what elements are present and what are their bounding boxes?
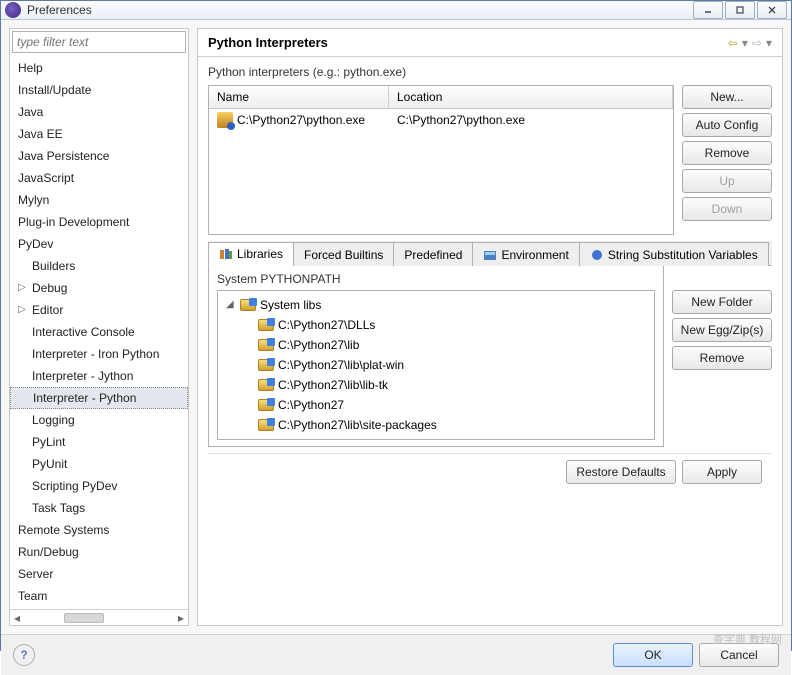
sidebar-item-java-persistence[interactable]: Java Persistence [10, 145, 188, 167]
sidebar-item-editor[interactable]: ▷Editor [10, 299, 188, 321]
col-name[interactable]: Name [209, 86, 389, 108]
hint-text: Python interpreters (e.g.: python.exe) [208, 65, 772, 79]
remove-interp-button[interactable]: Remove [682, 141, 772, 165]
remove-lib-button[interactable]: Remove [672, 346, 772, 370]
up-button[interactable]: Up [682, 169, 772, 193]
sidebar-item-interactive-console[interactable]: Interactive Console [10, 321, 188, 343]
tree-hscroll[interactable]: ◂▸ [10, 609, 188, 625]
new-folder-button[interactable]: New Folder [672, 290, 772, 314]
lib-item[interactable]: C:\Python27\lib\site-packages [222, 415, 650, 435]
app-icon [5, 2, 21, 18]
page-title: Python Interpreters [208, 35, 728, 50]
sidebar-item-mylyn[interactable]: Mylyn [10, 189, 188, 211]
tab-libraries[interactable]: Libraries [208, 242, 294, 266]
lib-item[interactable]: C:\Python27 [222, 395, 650, 415]
jar-folder-icon [258, 379, 274, 391]
python-icon [217, 112, 233, 128]
sidebar-item-help[interactable]: Help [10, 57, 188, 79]
sidebar-item-debug[interactable]: ▷Debug [10, 277, 188, 299]
interpreters-table[interactable]: Name Location C:\Python27\python.exe C:\… [208, 85, 674, 235]
sidebar-item-pyunit[interactable]: PyUnit [10, 453, 188, 475]
nav-forward-icon[interactable]: ⇨ [752, 36, 762, 50]
jar-folder-icon [258, 399, 274, 411]
lib-item[interactable]: C:\Python27\lib\lib-tk [222, 375, 650, 395]
tabs: Libraries Forced Builtins Predefined Env… [208, 241, 772, 266]
close-button[interactable] [757, 1, 787, 19]
cancel-button[interactable]: Cancel [699, 643, 779, 667]
sidebar-item-interpreter-jython[interactable]: Interpreter - Jython [10, 365, 188, 387]
sidebar-item-install-update[interactable]: Install/Update [10, 79, 188, 101]
sidebar-item-pydev[interactable]: PyDev [10, 233, 188, 255]
preferences-window: Preferences HelpInstall/UpdateJavaJava E… [0, 0, 792, 651]
jar-folder-icon [258, 419, 274, 431]
sidebar-item-logging[interactable]: Logging [10, 409, 188, 431]
lib-item[interactable]: C:\Python27\DLLs [222, 315, 650, 335]
table-row[interactable]: C:\Python27\python.exe C:\Python27\pytho… [209, 109, 673, 131]
sidebar-item-javascript[interactable]: JavaScript [10, 167, 188, 189]
sidebar-item-interpreter-python[interactable]: Interpreter - Python [10, 387, 188, 409]
tab-forced-builtins[interactable]: Forced Builtins [293, 242, 394, 266]
sidebar-item-java[interactable]: Java [10, 101, 188, 123]
category-sidebar: HelpInstall/UpdateJavaJava EEJava Persis… [9, 28, 189, 626]
lib-item[interactable]: C:\Python27\lib\plat-win [222, 355, 650, 375]
sidebar-item-plug-in-development[interactable]: Plug-in Development [10, 211, 188, 233]
jar-folder-icon [258, 339, 274, 351]
titlebar: Preferences [1, 1, 791, 20]
sidebar-item-pylint[interactable]: PyLint [10, 431, 188, 453]
variable-icon [590, 248, 604, 262]
libs-title: System PYTHONPATH [217, 272, 655, 286]
sidebar-item-builders[interactable]: Builders [10, 255, 188, 277]
libs-tree[interactable]: ◢System libsC:\Python27\DLLsC:\Python27\… [217, 290, 655, 440]
sidebar-item-java-ee[interactable]: Java EE [10, 123, 188, 145]
sidebar-item-server[interactable]: Server [10, 563, 188, 585]
down-button[interactable]: Down [682, 197, 772, 221]
folder-icon [240, 299, 256, 311]
autoconfig-button[interactable]: Auto Config [682, 113, 772, 137]
lib-item[interactable]: C:\Python27\lib [222, 335, 650, 355]
filter-input[interactable] [12, 31, 186, 53]
restore-defaults-button[interactable]: Restore Defaults [566, 460, 676, 484]
help-icon[interactable]: ? [13, 644, 35, 666]
sidebar-item-team[interactable]: Team [10, 585, 188, 607]
sidebar-item-remote-systems[interactable]: Remote Systems [10, 519, 188, 541]
col-location[interactable]: Location [389, 86, 673, 108]
sidebar-item-run-debug[interactable]: Run/Debug [10, 541, 188, 563]
nav-back-icon[interactable]: ⇦ [728, 36, 738, 50]
jar-folder-icon [258, 319, 274, 331]
tab-environment[interactable]: Environment [472, 242, 579, 266]
window-title: Preferences [27, 3, 693, 17]
libs-root[interactable]: ◢System libs [222, 295, 650, 315]
environment-icon [483, 248, 497, 262]
sidebar-item-interpreter-iron-python[interactable]: Interpreter - Iron Python [10, 343, 188, 365]
sidebar-item-scripting-pydev[interactable]: Scripting PyDev [10, 475, 188, 497]
apply-button[interactable]: Apply [682, 460, 762, 484]
libraries-icon [219, 247, 233, 261]
minimize-button[interactable] [693, 1, 723, 19]
new-button[interactable]: New... [682, 85, 772, 109]
new-egg-button[interactable]: New Egg/Zip(s) [672, 318, 772, 342]
sidebar-item-task-tags[interactable]: Task Tags [10, 497, 188, 519]
main-panel: Python Interpreters ⇦▾ ⇨▾ Python interpr… [197, 28, 783, 626]
tab-string-substitution[interactable]: String Substitution Variables [579, 242, 769, 266]
tab-predefined[interactable]: Predefined [393, 242, 473, 266]
maximize-button[interactable] [725, 1, 755, 19]
jar-folder-icon [258, 359, 274, 371]
ok-button[interactable]: OK [613, 643, 693, 667]
category-tree[interactable]: HelpInstall/UpdateJavaJava EEJava Persis… [10, 55, 188, 609]
